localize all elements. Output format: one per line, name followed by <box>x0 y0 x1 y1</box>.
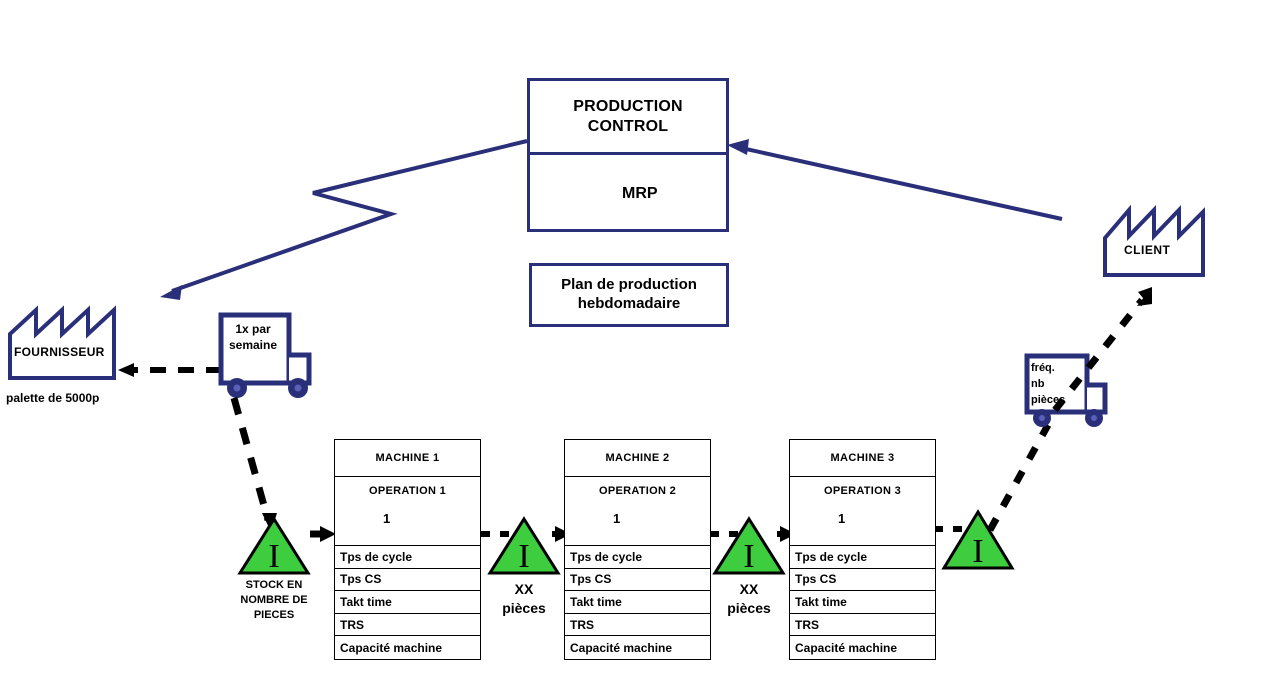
inventory-symbol-3: I <box>743 538 754 575</box>
machine-box-1: MACHINE 1 OPERATION 1 1 Tps de cycle Tps… <box>334 439 481 660</box>
inventory-triangle-3 <box>712 516 786 575</box>
customer-name-label: CLIENT <box>1124 243 1171 257</box>
machine-3-metric-row: TRS <box>790 614 935 637</box>
machine-1-operation-cell: OPERATION 1 1 <box>335 477 480 546</box>
machine-2-metric-row: Tps CS <box>565 569 710 592</box>
inventory-3-label-line1: XX <box>739 581 759 597</box>
machine-1-operation-label: OPERATION 1 <box>368 485 447 497</box>
machine-1-metric-row: Capacité machine <box>340 640 443 655</box>
production-plan-title: Plan de production hebdomadaire <box>561 276 697 314</box>
inbound-truck-line2: semaine <box>228 337 278 352</box>
inventory-3-label-line2: pièces <box>727 599 771 616</box>
inventory-triangle-2 <box>487 516 561 575</box>
inventory-symbol-2: I <box>518 538 529 575</box>
glasses-icon-slot <box>540 174 606 214</box>
inventory-1-label-line1: STOCK EN <box>245 579 303 591</box>
material-flow-stock-to-outbound-truck <box>986 423 1052 532</box>
inventory-1-label: STOCK EN NOMBRE DE PIECES <box>219 578 329 623</box>
inventory-symbol-1: I <box>268 538 279 575</box>
machine-1-metric-row: Tps de cycle <box>335 546 480 569</box>
material-flow-truck-to-stock <box>230 397 277 532</box>
outbound-truck-label: fréq. nb pièces <box>1031 361 1085 409</box>
production-control-title-line1: PRODUCTION <box>573 97 683 115</box>
production-control-title-line2: CONTROL <box>587 117 669 135</box>
machine-1-operator-count: 1 <box>383 511 391 526</box>
machine-2-metric-row: Tps de cycle <box>565 546 710 569</box>
machine-2-operator-count: 1 <box>613 511 621 526</box>
inventory-triangle-4 <box>941 509 1015 570</box>
production-control-box: PRODUCTION CONTROL MRP <box>527 78 729 232</box>
inventory-1-label-line2: NOMBRE DE <box>240 593 308 606</box>
production-control-mrp-row: MRP <box>530 155 726 232</box>
machine-2-operation-label: OPERATION 2 <box>598 485 677 497</box>
inventory-symbol-4: I <box>972 533 983 570</box>
info-flow-from-customer-arrow <box>727 139 1063 221</box>
mrp-label: MRP <box>622 184 658 202</box>
factory-icon-supplier <box>8 305 116 380</box>
supplier-name-label: FOURNISSEUR <box>14 345 105 359</box>
machine-2-metric-row: Takt time <box>565 591 710 614</box>
material-flow-supplier-to-truck <box>118 363 222 377</box>
machine-1-metric-row: Takt time <box>335 591 480 614</box>
machine-3-metric-row: Capacité machine <box>795 640 898 655</box>
machine-box-3: MACHINE 3 OPERATION 3 1 Tps de cycle Tps… <box>789 439 936 660</box>
production-control-title: PRODUCTION CONTROL <box>573 97 683 137</box>
machine-3-metric-row: Takt time <box>790 591 935 614</box>
machine-3-metric-row: Tps CS <box>790 569 935 592</box>
vsm-diagram-canvas: I I I I PRODUCTION CONTROL MRP Plan de p… <box>0 0 1270 688</box>
machine-3-operation-label: OPERATION 3 <box>823 485 902 497</box>
machine-3-name: MACHINE 3 <box>790 440 935 477</box>
supplier-note-label: palette de 5000p <box>6 391 100 405</box>
outbound-truck-line1: fréq. <box>1031 362 1055 374</box>
machine-3-metric-row: Tps de cycle <box>790 546 935 569</box>
production-plan-box: Plan de production hebdomadaire <box>529 263 729 327</box>
machine-2-metric-row: TRS <box>565 614 710 637</box>
machine-2-operation-cell: OPERATION 2 1 <box>565 477 710 546</box>
push-arrow-stock-to-machine1 <box>310 526 336 542</box>
machine-1-metric-row: Tps CS <box>335 569 480 592</box>
inbound-truck-label: 1x par semaine <box>222 322 284 353</box>
inventory-triangle-1 <box>237 516 311 575</box>
machine-box-2: MACHINE 2 OPERATION 2 1 Tps de cycle Tps… <box>564 439 711 660</box>
machine-3-operation-cell: OPERATION 3 1 <box>790 477 935 546</box>
machine-2-name: MACHINE 2 <box>565 440 710 477</box>
inbound-truck-line1: 1x par <box>235 322 271 336</box>
info-flow-to-supplier-arrow <box>160 139 528 300</box>
production-control-header: PRODUCTION CONTROL <box>530 81 726 155</box>
inventory-2-label-line2: pièces <box>502 599 546 616</box>
outbound-truck-line2: nb <box>1031 377 1045 390</box>
inventory-2-label-line1: XX <box>514 581 534 597</box>
production-plan-line1: Plan de production <box>561 276 697 294</box>
machine-2-metric-row: Capacité machine <box>570 640 673 655</box>
machine-1-metric-row: TRS <box>335 614 480 637</box>
machine-1-name: MACHINE 1 <box>335 440 480 477</box>
inventory-1-label-line3: PIECES <box>253 608 295 621</box>
machine-3-operator-count: 1 <box>838 511 846 526</box>
inventory-2-label: XX pièces <box>469 580 579 618</box>
inventory-3-label: XX pièces <box>694 580 804 618</box>
outbound-truck-line3: pièces <box>1031 393 1066 406</box>
production-plan-line2: hebdomadaire <box>577 295 681 312</box>
